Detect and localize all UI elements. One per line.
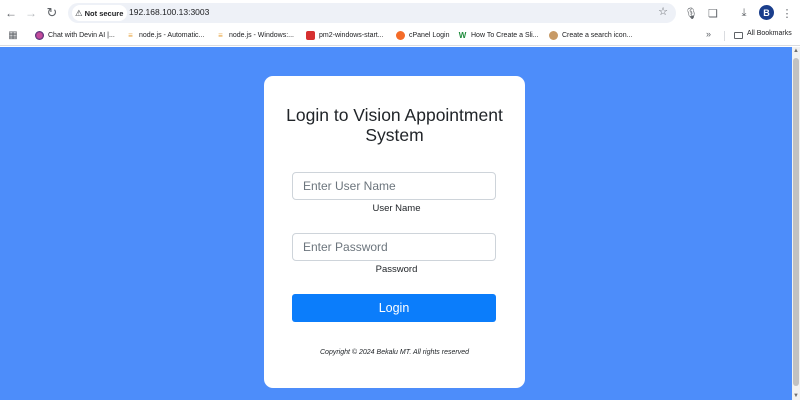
scroll-thumb[interactable] xyxy=(793,58,799,386)
bookmark-item[interactable]: ≡ node.js - Automatic... xyxy=(126,29,204,42)
apps-grid-icon[interactable]: ▦ xyxy=(7,29,19,41)
login-button[interactable]: Login xyxy=(292,294,496,322)
forward-arrow-icon[interactable]: → xyxy=(22,4,40,22)
bookmark-item[interactable]: W How To Create a Sli... xyxy=(458,29,539,42)
bookmark-label: node.js - Windows:... xyxy=(229,32,294,39)
avatar-favicon-icon xyxy=(549,31,558,40)
password-label: Password xyxy=(375,264,418,275)
profile-avatar[interactable]: B xyxy=(759,5,774,20)
bookmark-item[interactable]: ≡ node.js - Windows:... xyxy=(216,29,294,42)
kebab-menu-icon[interactable]: ⋮ xyxy=(779,5,795,21)
url-text[interactable]: 192.168.100.13:3003 xyxy=(129,7,209,17)
bookmarks-bar: ▦ Chat with Devin AI |... ≡ node.js - Au… xyxy=(0,26,800,46)
reload-icon[interactable]: ↻ xyxy=(43,4,61,22)
page-title: Login to Vision Appointment System xyxy=(286,105,503,145)
security-chip[interactable]: ⚠ Not secure xyxy=(72,5,128,21)
scroll-down-arrow-icon[interactable]: ▼ xyxy=(793,393,799,399)
bookmark-label: pm2-windows-start... xyxy=(319,32,384,39)
bookmark-label: Create a search icon... xyxy=(562,32,633,39)
page-background: Login to Vision Appointment System User … xyxy=(0,47,792,400)
warning-icon: ⚠ xyxy=(75,7,83,18)
bookmark-item[interactable]: pm2-windows-start... xyxy=(306,29,384,42)
bookmark-item[interactable]: cPanel Login xyxy=(396,29,449,42)
cpanel-favicon-icon xyxy=(396,31,405,40)
folder-icon[interactable] xyxy=(734,32,743,39)
divider xyxy=(724,31,725,41)
devin-favicon-icon xyxy=(35,31,44,40)
page-scrollbar[interactable]: ▲ ▼ xyxy=(792,47,800,400)
bookmark-label: How To Create a Sli... xyxy=(471,32,539,39)
back-arrow-icon[interactable]: ← xyxy=(2,4,20,22)
star-icon[interactable]: ☆ xyxy=(658,5,668,18)
browser-toolbar: ← → ↻ ⚠ Not secure 192.168.100.13:3003 ☆… xyxy=(0,0,800,26)
w-favicon-icon: W xyxy=(458,31,467,40)
security-label: Not secure xyxy=(84,8,124,18)
bookmark-label: node.js - Automatic... xyxy=(139,32,205,39)
address-bar[interactable]: ⚠ Not secure 192.168.100.13:3003 ☆ xyxy=(68,3,676,23)
password-input[interactable] xyxy=(292,233,496,261)
microphone-icon[interactable]: 🎙 xyxy=(683,5,699,21)
bookmark-label: cPanel Login xyxy=(409,32,450,39)
bookmark-label: Chat with Devin AI |... xyxy=(48,32,115,39)
username-label: User Name xyxy=(372,203,421,214)
stackoverflow-favicon-icon: ≡ xyxy=(218,31,223,40)
download-icon[interactable]: ⤓ xyxy=(736,5,752,21)
all-bookmarks-link[interactable]: All Bookmarks xyxy=(747,30,792,37)
bookmark-item[interactable]: Chat with Devin AI |... xyxy=(35,29,115,42)
pm2-favicon-icon xyxy=(306,31,315,40)
login-card: Login to Vision Appointment System User … xyxy=(264,76,525,388)
copyright-text: Copyright © 2024 Bekalu MT. All rights r… xyxy=(320,349,469,356)
more-bookmarks-chevron-icon[interactable]: » xyxy=(706,29,711,39)
scroll-up-arrow-icon[interactable]: ▲ xyxy=(793,48,799,54)
stackoverflow-favicon-icon: ≡ xyxy=(128,31,133,40)
username-input[interactable] xyxy=(292,172,496,200)
bookmark-item[interactable]: Create a search icon... xyxy=(549,29,632,42)
extensions-icon[interactable]: ❏ xyxy=(705,5,721,21)
